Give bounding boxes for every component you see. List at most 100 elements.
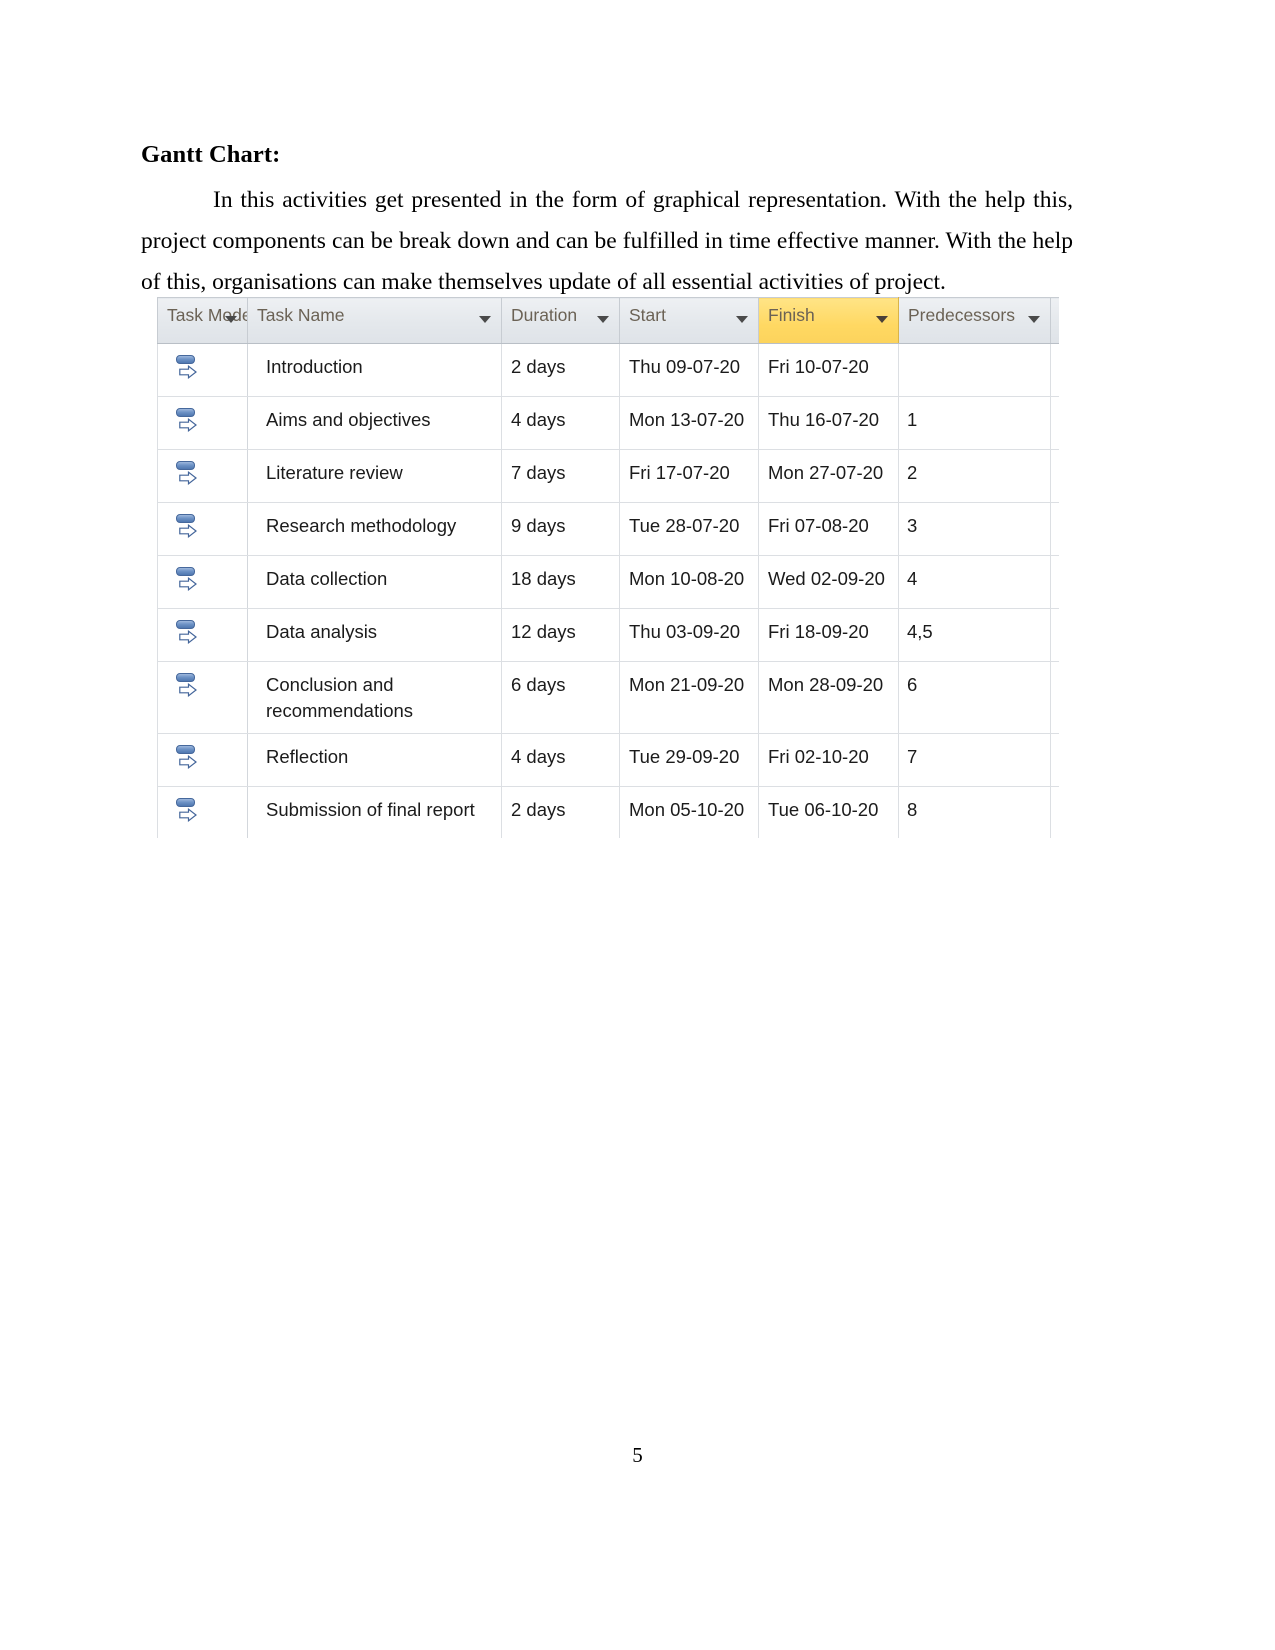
cell-next-partial [1050,555,1059,609]
cell-task-name: Submission of final report [247,786,502,838]
cell-predecessors: 1 [898,396,1051,450]
chevron-down-icon[interactable] [1028,316,1040,323]
cell-task-name: Reflection [247,733,502,787]
cell-task-mode[interactable] [157,661,248,734]
gantt-task-grid[interactable]: Task Mode Task Name Duration Start Finis… [157,297,1059,838]
auto-scheduled-task-icon [176,567,202,593]
table-header-row: Task Mode Task Name Duration Start Finis… [157,297,1059,344]
cell-finish: Thu 16-07-20 [758,396,899,450]
column-header-label: Duration [511,305,578,325]
cell-duration: 2 days [501,786,620,838]
cell-task-name: Introduction [247,343,502,397]
cell-finish: Fri 18-09-20 [758,608,899,662]
cell-start: Fri 17-07-20 [619,449,759,503]
cell-task-mode[interactable] [157,555,248,609]
document-body: Gantt Chart: In this activities get pres… [141,140,1073,303]
cell-duration: 7 days [501,449,620,503]
cell-start: Thu 09-07-20 [619,343,759,397]
section-paragraph: In this activities get presented in the … [141,186,1073,295]
cell-next-partial [1050,608,1059,662]
cell-start: Mon 21-09-20 [619,661,759,734]
cell-task-mode[interactable] [157,396,248,450]
cell-next-partial [1050,661,1059,734]
cell-task-mode[interactable] [157,733,248,787]
cell-duration: 18 days [501,555,620,609]
table-row[interactable]: Conclusion and recommendations 6 days Mo… [157,661,1059,734]
auto-scheduled-task-icon [176,673,202,699]
table-row[interactable]: Research methodology 9 days Tue 28-07-20… [157,502,1059,556]
cell-next-partial [1050,733,1059,787]
cell-duration: 2 days [501,343,620,397]
chevron-down-icon[interactable] [225,316,237,323]
cell-duration: 9 days [501,502,620,556]
cell-start: Mon 05-10-20 [619,786,759,838]
cell-predecessors: 4 [898,555,1051,609]
cell-task-mode[interactable] [157,343,248,397]
auto-scheduled-task-icon [176,461,202,487]
chevron-down-icon[interactable] [597,316,609,323]
cell-task-mode[interactable] [157,786,248,838]
cell-task-name: Data collection [247,555,502,609]
table-row[interactable]: Reflection 4 days Tue 29-09-20 Fri 02-10… [157,733,1059,787]
auto-scheduled-task-icon [176,514,202,540]
table-row[interactable]: Aims and objectives 4 days Mon 13-07-20 … [157,396,1059,450]
cell-finish: Tue 06-10-20 [758,786,899,838]
auto-scheduled-task-icon [176,355,202,381]
column-header-next-partial[interactable] [1050,297,1059,344]
cell-start: Mon 13-07-20 [619,396,759,450]
cell-predecessors: 8 [898,786,1051,838]
cell-task-name: Research methodology [247,502,502,556]
chevron-down-icon[interactable] [876,316,888,323]
auto-scheduled-task-icon [176,620,202,646]
column-header-task-mode[interactable]: Task Mode [157,297,248,344]
section-heading: Gantt Chart: [141,141,281,168]
cell-task-name: Aims and objectives [247,396,502,450]
cell-next-partial [1050,502,1059,556]
cell-duration: 4 days [501,396,620,450]
cell-start: Tue 28-07-20 [619,502,759,556]
cell-task-mode[interactable] [157,608,248,662]
column-header-duration[interactable]: Duration [501,297,620,344]
auto-scheduled-task-icon [176,798,202,824]
chevron-down-icon[interactable] [736,316,748,323]
cell-next-partial [1050,343,1059,397]
cell-duration: 6 days [501,661,620,734]
table-row[interactable]: Data collection 18 days Mon 10-08-20 Wed… [157,555,1059,609]
chevron-down-icon[interactable] [479,316,491,323]
cell-predecessors: 7 [898,733,1051,787]
table-row[interactable]: Introduction 2 days Thu 09-07-20 Fri 10-… [157,343,1059,397]
cell-next-partial [1050,786,1059,838]
page-number: 5 [632,1443,643,1467]
cell-start: Mon 10-08-20 [619,555,759,609]
cell-predecessors: 2 [898,449,1051,503]
auto-scheduled-task-icon [176,408,202,434]
cell-next-partial [1050,396,1059,450]
column-header-predecessors[interactable]: Predecessors [898,297,1051,344]
cell-start: Thu 03-09-20 [619,608,759,662]
cell-start: Tue 29-09-20 [619,733,759,787]
table-row[interactable]: Submission of final report 2 days Mon 05… [157,786,1059,838]
column-header-label: Predecessors [908,305,1015,325]
cell-finish: Fri 02-10-20 [758,733,899,787]
cell-finish: Wed 02-09-20 [758,555,899,609]
cell-task-mode[interactable] [157,502,248,556]
column-header-label: Start [629,305,666,325]
table-row[interactable]: Literature review 7 days Fri 17-07-20 Mo… [157,449,1059,503]
cell-task-name: Conclusion and recommendations [247,661,502,734]
cell-finish: Fri 10-07-20 [758,343,899,397]
task-table-body: Introduction 2 days Thu 09-07-20 Fri 10-… [157,343,1059,838]
column-header-label: Task Name [257,305,345,325]
document-page: Gantt Chart: In this activities get pres… [0,0,1275,1650]
column-header-finish[interactable]: Finish [758,297,899,344]
column-header-start[interactable]: Start [619,297,759,344]
cell-duration: 12 days [501,608,620,662]
cell-predecessors: 4,5 [898,608,1051,662]
cell-next-partial [1050,449,1059,503]
cell-task-mode[interactable] [157,449,248,503]
cell-duration: 4 days [501,733,620,787]
cell-predecessors: 6 [898,661,1051,734]
column-header-task-name[interactable]: Task Name [247,297,502,344]
cell-task-name: Data analysis [247,608,502,662]
cell-predecessors: 3 [898,502,1051,556]
table-row[interactable]: Data analysis 12 days Thu 03-09-20 Fri 1… [157,608,1059,662]
